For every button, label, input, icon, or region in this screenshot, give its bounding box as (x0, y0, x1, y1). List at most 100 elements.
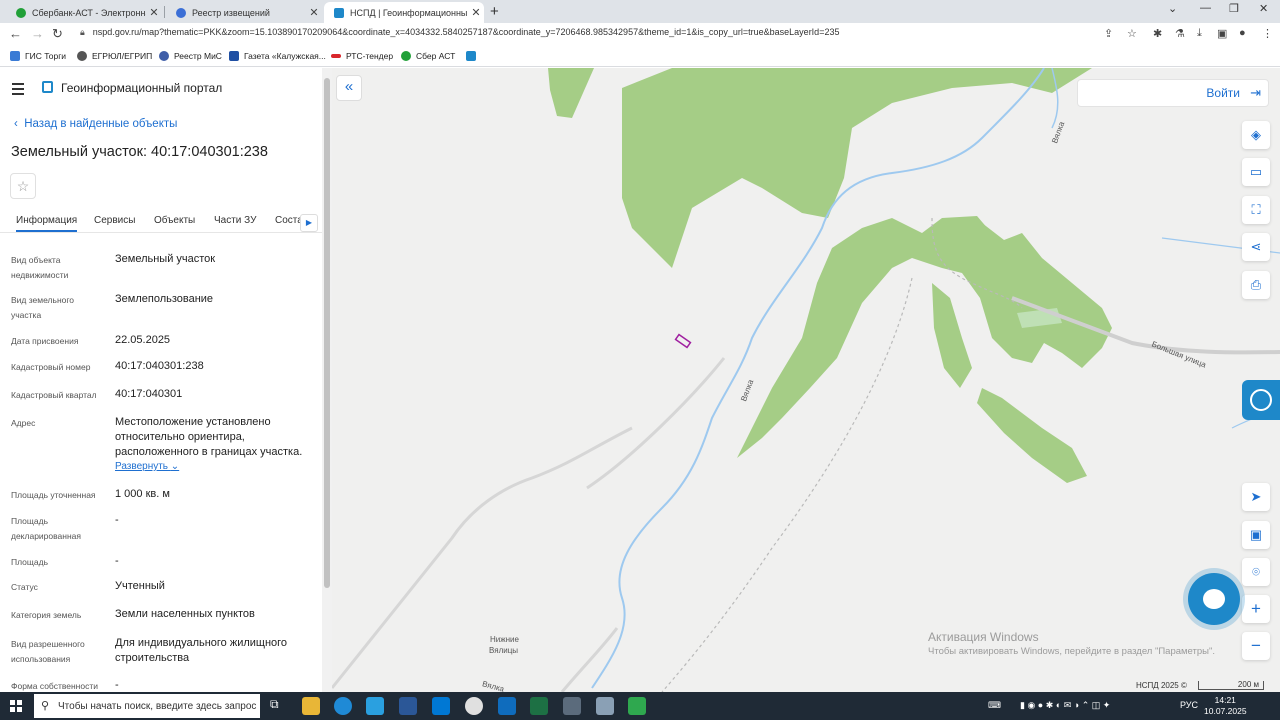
bookmark-gis-torgi[interactable]: ГИС Торги (10, 51, 66, 61)
close-window-icon[interactable]: ✕ (1259, 2, 1268, 15)
browser-tab-strip: Сбербанк-АСТ - Электронная т ✕ Реестр из… (0, 0, 1280, 23)
task-view-icon[interactable]: ⧉ (270, 697, 288, 715)
store-icon[interactable] (366, 697, 384, 715)
bookmark-rts-tender[interactable]: РТС-тендер (331, 51, 393, 61)
scrollbar-thumb[interactable] (324, 78, 330, 588)
tab-services[interactable]: Сервисы (94, 215, 135, 226)
excel-icon[interactable] (530, 697, 548, 715)
tray-icons[interactable]: ▮ ◉ ● ✱ ◐ ✉ ◑ ⌃ ◫ ✦ (1020, 700, 1110, 711)
panel-scrollbar[interactable] (322, 68, 332, 692)
file-explorer-icon[interactable] (302, 697, 320, 715)
home-app-icon[interactable] (628, 697, 646, 715)
geo-pin-icon[interactable]: ⌾ (1242, 558, 1270, 586)
prop-label: Кадастровый квартал (11, 390, 97, 400)
system-clock[interactable]: 14:21 10.07.2025 (1204, 695, 1247, 717)
favorite-star-icon[interactable]: ☆ (10, 173, 36, 199)
map-layer (332, 68, 1280, 692)
menu-icon[interactable]: ⋮ (1262, 27, 1273, 40)
address-value: Местоположение установлено относительно … (115, 416, 303, 458)
word-icon[interactable] (399, 697, 417, 715)
photo-app-icon[interactable] (596, 697, 614, 715)
tab-objects[interactable]: Объекты (154, 215, 195, 226)
calculator-icon[interactable] (563, 697, 581, 715)
layers-icon[interactable]: ◈ (1242, 121, 1270, 149)
prop-label: Площадь декларированная (11, 516, 81, 541)
reload-icon[interactable]: ↻ (52, 26, 63, 42)
language-indicator[interactable]: РУС (1180, 700, 1198, 710)
collapse-panel-button[interactable]: « (336, 75, 362, 101)
prop-label: Вид разрешенного использования (11, 639, 85, 664)
chat-bubble-button[interactable] (1188, 573, 1240, 625)
tab-parts[interactable]: Части ЗУ (214, 215, 256, 226)
mail-icon[interactable] (432, 697, 450, 715)
devtools-icon[interactable]: ⚗ (1175, 27, 1185, 40)
zoom-out-icon[interactable]: − (1242, 632, 1270, 660)
ruler-icon[interactable]: ▭ (1242, 158, 1270, 186)
minimap-icon[interactable]: ▣ (1242, 521, 1270, 549)
bookmark-gazeta[interactable]: Газета «Калужская... (229, 51, 326, 61)
outlook-icon[interactable] (498, 697, 516, 715)
login-button[interactable]: Войти ⇥ (1077, 79, 1269, 107)
prop-value: - (115, 679, 119, 691)
new-tab-button[interactable]: + (490, 3, 499, 20)
tab-information[interactable]: Информация (16, 215, 78, 232)
close-icon[interactable]: ✕ (146, 6, 162, 19)
tab-registry[interactable]: Реестр извещений ✕ (166, 2, 322, 23)
keyboard-icon[interactable]: ⌨ (988, 700, 1001, 711)
bookmark-egrul[interactable]: ЕГРЮЛ/ЕГРИП (77, 51, 152, 61)
prop-value: Землепользование (115, 293, 214, 305)
village-label: Вялицы (489, 646, 519, 655)
edge-icon[interactable] (334, 697, 352, 715)
prop-value: Для индивидуального жилищного строительс… (115, 637, 288, 664)
bookmark-star-icon[interactable]: ☆ (1127, 27, 1137, 40)
expand-link[interactable]: Развернуть ⌄ (115, 461, 179, 472)
profile-icon[interactable]: ● (1239, 27, 1246, 39)
windows-start-icon[interactable] (10, 700, 22, 712)
extensions-icon[interactable]: ✱ (1153, 27, 1162, 40)
back-to-results-link[interactable]: ‹ Назад в найденные объекты (14, 118, 177, 130)
chrome-icon[interactable] (465, 697, 483, 715)
prop-value: 40:17:040301:238 (115, 360, 204, 372)
tabs-scroll-right-icon[interactable]: ▶ (300, 214, 318, 232)
tab-composition[interactable]: Соста (275, 215, 303, 226)
share-page-icon[interactable]: ⇪ (1104, 27, 1113, 40)
village-label: Нижние (490, 635, 519, 644)
bookmark-sber-ast[interactable]: Сбер АСТ (401, 51, 455, 61)
map-attribution: НСПД 2025 © (1136, 681, 1187, 690)
minimize-icon[interactable]: — (1200, 2, 1211, 14)
tab-nspd[interactable]: НСПД | Геоинформационный п ✕ (324, 2, 484, 23)
print-icon[interactable]: ⎙ (1242, 271, 1270, 299)
support-chat-button[interactable] (1242, 380, 1280, 420)
forest-area (977, 388, 1087, 483)
hamburger-menu-icon[interactable] (12, 83, 24, 98)
locate-icon[interactable]: ➤ (1242, 483, 1270, 511)
search-icon: ⚲ (41, 700, 50, 712)
prop-label: Вид земельного участка (11, 295, 75, 320)
prop-label: Кадастровый номер (11, 362, 91, 372)
prop-value: 22.05.2025 (115, 334, 171, 346)
address-bar[interactable]: 🔒︎ nspd.gov.ru/map?thematic=PKK&zoom=15.1… (80, 27, 839, 38)
bookmark-nspd[interactable] (466, 51, 481, 61)
lock-icon: 🔒︎ (80, 27, 85, 37)
share-icon[interactable]: ⋖ (1242, 233, 1270, 261)
tab-search-icon[interactable]: ⌄ (1168, 2, 1177, 15)
close-icon[interactable]: ✕ (468, 6, 484, 19)
sidepanel-icon[interactable]: ▣ (1217, 27, 1227, 40)
panel-tabs: Информация Сервисы Объекты Части ЗУ Сост… (0, 211, 322, 233)
back-icon[interactable]: ← (9, 26, 22, 41)
taskbar-search-input[interactable]: ⚲ Чтобы начать поиск, введите здесь запр… (34, 694, 260, 718)
select-area-icon[interactable]: ⛶ (1242, 196, 1270, 224)
object-info-panel: Геоинформационный портал ‹ Назад в найде… (0, 68, 332, 692)
forward-icon[interactable]: → (31, 26, 44, 41)
bookmark-reestr-mis[interactable]: Реестр МиС (159, 51, 222, 61)
download-icon[interactable]: ⤓ (1197, 27, 1202, 40)
restore-icon[interactable]: ❐ (1229, 2, 1239, 15)
map-canvas[interactable]: Вялка Вялка Вялка Большая улица Нижние В… (332, 68, 1280, 692)
forest-area (932, 283, 972, 388)
login-icon: ⇥ (1250, 85, 1261, 100)
prop-value: Земельный участок (115, 253, 216, 265)
tab-sberbank[interactable]: Сбербанк-АСТ - Электронная т ✕ (6, 2, 162, 23)
zoom-in-icon[interactable]: + (1242, 595, 1270, 623)
close-icon[interactable]: ✕ (306, 6, 322, 19)
prop-label: Дата присвоения (11, 336, 79, 346)
